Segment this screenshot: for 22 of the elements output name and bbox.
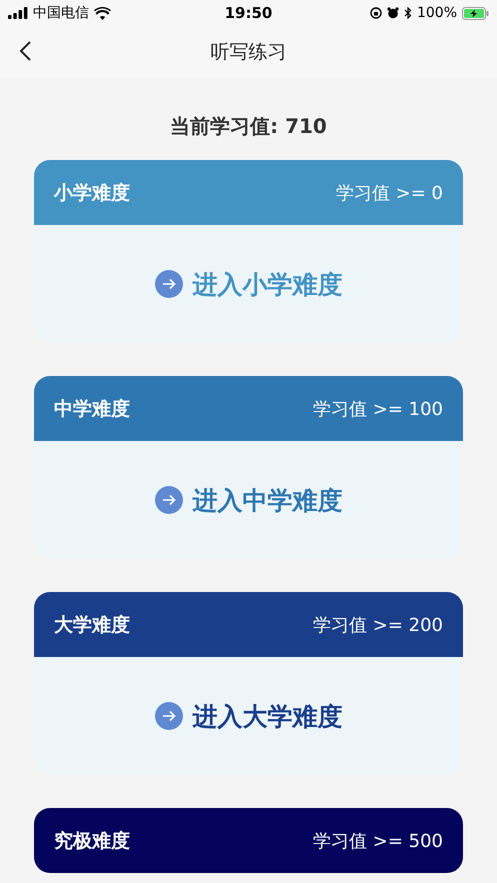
status-time: 19:50 [224, 4, 272, 22]
level-name: 究极难度 [54, 828, 130, 854]
battery-percent: 100% [416, 5, 457, 21]
level-name: 大学难度 [54, 612, 130, 638]
score-text: 当前学习值: 710 [169, 113, 328, 137]
level-requirement: 学习值 >= 200 [313, 614, 443, 636]
carrier-name: 中国电信 [33, 4, 89, 22]
signal-icon [8, 7, 28, 19]
level-name: 中学难度 [54, 396, 130, 422]
level-requirement: 学习值 >= 0 [336, 182, 443, 204]
enter-level-button[interactable]: 进入中学难度 [154, 484, 342, 516]
enter-level-button[interactable]: 进入大学难度 [154, 700, 342, 732]
level-requirement: 学习值 >= 500 [313, 830, 443, 852]
level-requirement: 学习值 >= 100 [313, 398, 443, 420]
page-title: 听写练习 [210, 40, 286, 64]
level-name: 小学难度 [54, 180, 130, 206]
wifi-icon [94, 6, 111, 20]
enter-level-button[interactable]: 进入小学难度 [154, 268, 342, 300]
rotation-lock-icon [370, 7, 382, 19]
alarm-icon [386, 7, 399, 19]
battery-icon [462, 6, 489, 20]
bluetooth-icon [404, 7, 412, 19]
